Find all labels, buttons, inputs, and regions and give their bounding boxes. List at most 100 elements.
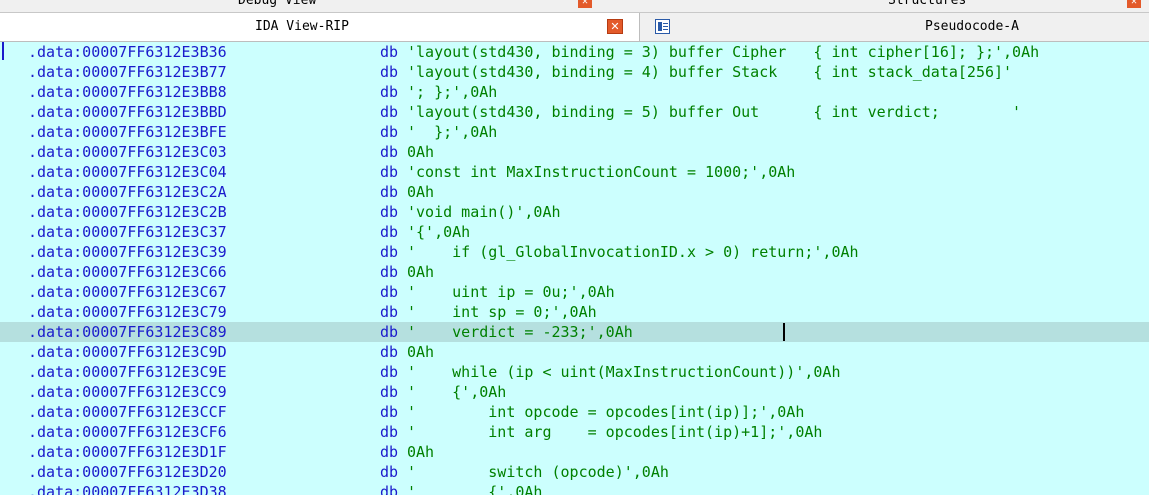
line-mnemonic[interactable]: db [380,462,398,482]
line-operand[interactable]: ' };',0Ah [407,122,497,142]
line-mnemonic[interactable]: db [380,42,398,62]
listing-line[interactable]: .data:00007FF6312E3C04 db 'const int MaxIn… [0,162,1149,182]
line-operand[interactable]: ' uint ip = 0u;',0Ah [407,282,615,302]
line-mnemonic[interactable]: db [380,142,398,162]
listing-line[interactable]: .data:00007FF6312E3C9E db ' while (ip < ui… [0,362,1149,382]
tab-pseudocode[interactable]: Pseudocode-A [641,13,1149,41]
line-operand[interactable]: ' int arg = opcodes[int(ip)+1];',0Ah [407,422,822,442]
listing-line[interactable]: .data:00007FF6312E3C37 db '{',0Ah [0,222,1149,242]
line-operand[interactable]: ' verdict = -233;',0Ah [407,322,633,342]
listing-line[interactable]: .data:00007FF6312E3B36 db 'layout(std430, … [0,42,1149,62]
listing-line[interactable]: .data:00007FF6312E3C66 db 0Ah [0,262,1149,282]
listing-line[interactable]: .data:00007FF6312E3BB8 db '; };',0Ah [0,82,1149,102]
line-address[interactable]: .data:00007FF6312E3C04 [28,162,227,182]
listing-line[interactable]: .data:00007FF6312E3BBD db 'layout(std430, … [0,102,1149,122]
line-address[interactable]: .data:00007FF6312E3C79 [28,302,227,322]
line-operand[interactable]: ' switch (opcode)',0Ah [407,462,669,482]
line-mnemonic[interactable]: db [380,362,398,382]
line-address[interactable]: .data:00007FF6312E3C2B [28,202,227,222]
line-address[interactable]: .data:00007FF6312E3CCF [28,402,227,422]
line-address[interactable]: .data:00007FF6312E3C37 [28,222,227,242]
line-mnemonic[interactable]: db [380,82,398,102]
line-address[interactable]: .data:00007FF6312E3C9D [28,342,227,362]
listing-line[interactable]: .data:00007FF6312E3C79 db ' int sp = 0;',0… [0,302,1149,322]
debug-view-title[interactable]: Debug View [238,0,316,8]
line-operand[interactable]: 'layout(std430, binding = 3) buffer Ciph… [407,42,1039,62]
line-address[interactable]: .data:00007FF6312E3B77 [28,62,227,82]
line-operand[interactable]: ' {',0Ah [407,482,542,495]
line-mnemonic[interactable]: db [380,122,398,142]
structures-title[interactable]: Structures [888,0,966,8]
listing-line[interactable]: .data:00007FF6312E3BFE db ' };',0Ah [0,122,1149,142]
line-operand[interactable]: ' int sp = 0;',0Ah [407,302,597,322]
line-mnemonic[interactable]: db [380,182,398,202]
line-operand[interactable]: 'const int MaxInstructionCount = 1000;',… [407,162,795,182]
listing-line[interactable]: .data:00007FF6312E3D1F db 0Ah [0,442,1149,462]
line-mnemonic[interactable]: db [380,342,398,362]
listing-line[interactable]: .data:00007FF6312E3CCF db ' int opcode = o… [0,402,1149,422]
line-mnemonic[interactable]: db [380,382,398,402]
line-address[interactable]: .data:00007FF6312E3C89 [28,322,227,342]
tab-ida-view[interactable]: IDA View-RIP ✕ [0,13,640,41]
close-icon[interactable]: ✕ [607,19,623,34]
line-operand[interactable]: 'layout(std430, binding = 4) buffer Stac… [407,62,1012,82]
line-address[interactable]: .data:00007FF6312E3D1F [28,442,227,462]
line-mnemonic[interactable]: db [380,262,398,282]
line-address[interactable]: .data:00007FF6312E3BB8 [28,82,227,102]
line-address[interactable]: .data:00007FF6312E3BFE [28,122,227,142]
line-mnemonic[interactable]: db [380,62,398,82]
line-address[interactable]: .data:00007FF6312E3C9E [28,362,227,382]
line-mnemonic[interactable]: db [380,442,398,462]
line-mnemonic[interactable]: db [380,302,398,322]
line-mnemonic[interactable]: db [380,482,398,495]
line-operand[interactable]: 0Ah [407,182,434,202]
disassembly-listing[interactable]: .data:00007FF6312E3B36 db 'layout(std430, … [0,42,1149,495]
listing-line[interactable]: .data:00007FF6312E3CC9 db ' {',0Ah [0,382,1149,402]
line-mnemonic[interactable]: db [380,242,398,262]
line-address[interactable]: .data:00007FF6312E3C67 [28,282,227,302]
line-operand[interactable]: 0Ah [407,342,434,362]
listing-line[interactable]: .data:00007FF6312E3C2A db 0Ah [0,182,1149,202]
line-address[interactable]: .data:00007FF6312E3D38 [28,482,227,495]
line-mnemonic[interactable]: db [380,282,398,302]
line-address[interactable]: .data:00007FF6312E3BBD [28,102,227,122]
listing-line[interactable]: .data:00007FF6312E3C67 db ' uint ip = 0u;'… [0,282,1149,302]
line-operand[interactable]: 0Ah [407,262,434,282]
structures-close-icon[interactable]: ✕ [1127,0,1141,8]
line-mnemonic[interactable]: db [380,422,398,442]
listing-line[interactable]: .data:00007FF6312E3B77 db 'layout(std430, … [0,62,1149,82]
line-mnemonic[interactable]: db [380,102,398,122]
line-mnemonic[interactable]: db [380,162,398,182]
line-operand[interactable]: 'void main()',0Ah [407,202,561,222]
line-operand[interactable]: ' if (gl_GlobalInvocationID.x > 0) retur… [407,242,859,262]
line-operand[interactable]: '{',0Ah [407,222,470,242]
line-address[interactable]: .data:00007FF6312E3B36 [28,42,227,62]
line-address[interactable]: .data:00007FF6312E3CC9 [28,382,227,402]
line-operand[interactable]: 0Ah [407,442,434,462]
line-address[interactable]: .data:00007FF6312E3C2A [28,182,227,202]
line-operand[interactable]: ' int opcode = opcodes[int(ip)];',0Ah [407,402,804,422]
line-address[interactable]: .data:00007FF6312E3D20 [28,462,227,482]
line-mnemonic[interactable]: db [380,202,398,222]
line-operand[interactable]: ' while (ip < uint(MaxInstructionCount))… [407,362,840,382]
line-address[interactable]: .data:00007FF6312E3C03 [28,142,227,162]
listing-line[interactable]: .data:00007FF6312E3C9D db 0Ah [0,342,1149,362]
listing-line[interactable]: .data:00007FF6312E3CF6 db ' int arg = opco… [0,422,1149,442]
line-mnemonic[interactable]: db [380,322,398,342]
listing-line[interactable]: .data:00007FF6312E3C89 db ' verdict = -233… [0,322,1149,342]
line-address[interactable]: .data:00007FF6312E3C66 [28,262,227,282]
line-mnemonic[interactable]: db [380,222,398,242]
line-address[interactable]: .data:00007FF6312E3C39 [28,242,227,262]
line-address[interactable]: .data:00007FF6312E3CF6 [28,422,227,442]
listing-line[interactable]: .data:00007FF6312E3C03 db 0Ah [0,142,1149,162]
line-operand[interactable]: '; };',0Ah [407,82,497,102]
listing-line[interactable]: .data:00007FF6312E3C39 db ' if (gl_GlobalI… [0,242,1149,262]
debug-view-close-icon[interactable]: ✕ [578,0,592,8]
listing-line[interactable]: .data:00007FF6312E3C2B db 'void main()',0A… [0,202,1149,222]
listing-line[interactable]: .data:00007FF6312E3D38 db ' {',0Ah [0,482,1149,495]
line-mnemonic[interactable]: db [380,402,398,422]
line-operand[interactable]: 0Ah [407,142,434,162]
listing-line[interactable]: .data:00007FF6312E3D20 db ' switch (opcode… [0,462,1149,482]
line-operand[interactable]: ' {',0Ah [407,382,506,402]
line-operand[interactable]: 'layout(std430, binding = 5) buffer Out … [407,102,1021,122]
